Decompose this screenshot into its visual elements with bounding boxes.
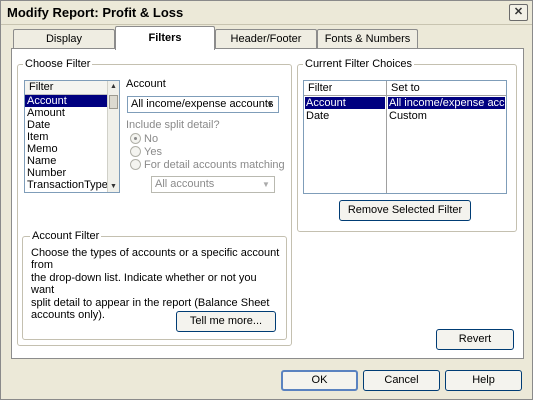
radio-icon (130, 158, 141, 170)
tell-me-more-button[interactable]: Tell me more... (176, 311, 276, 332)
radio-split-no[interactable]: No (130, 132, 159, 145)
filter-list-item[interactable]: Item (25, 131, 119, 143)
description-line: the drop-down list. Indicate whether or … (31, 271, 257, 297)
table-row-set-to-cell[interactable]: Custom (389, 110, 427, 122)
detail-accounts-dropdown[interactable]: All accounts ▼ (151, 176, 275, 193)
filter-list-item[interactable]: TransactionType (25, 179, 119, 191)
current-filter-choices-label: Current Filter Choices (303, 58, 414, 70)
filter-list-header: Filter (25, 81, 119, 95)
account-dropdown[interactable]: All income/expense accounts ▼ (127, 96, 279, 113)
account-label: Account (126, 78, 166, 90)
radio-split-detail[interactable]: For detail accounts matching (130, 158, 285, 171)
column-divider (386, 81, 387, 193)
filters-tab-panel: Choose Filter Filter Account Amount Date… (11, 48, 524, 359)
radio-no-label: No (144, 133, 159, 145)
current-filters-table[interactable]: Filter Set to Account All income/expense… (303, 80, 507, 194)
window-title: Modify Report: Profit & Loss (7, 5, 184, 20)
cancel-button[interactable]: Cancel (363, 370, 440, 391)
scroll-up-arrow-icon[interactable]: ▲ (108, 81, 119, 92)
tab-fonts-numbers[interactable]: Fonts & Numbers (317, 29, 418, 49)
table-row-filter-cell[interactable]: Account (305, 97, 385, 109)
description-line: Choose the types of accounts or a specif… (31, 247, 280, 272)
revert-button[interactable]: Revert (436, 329, 514, 350)
tab-header-footer[interactable]: Header/Footer (215, 29, 317, 49)
radio-icon (130, 145, 141, 157)
chevron-down-icon[interactable]: ▼ (259, 178, 273, 191)
ok-button[interactable]: OK (281, 370, 358, 391)
modify-report-dialog: Modify Report: Profit & Loss ✕ Display F… (0, 0, 533, 400)
choose-filter-label: Choose Filter (23, 58, 93, 70)
radio-detail-label: For detail accounts matching (144, 159, 285, 171)
filter-list-item[interactable]: Number (25, 167, 119, 179)
radio-yes-label: Yes (144, 146, 162, 158)
description-line: split detail to appear in the report (Ba… (31, 296, 270, 309)
filter-list-scrollbar[interactable]: ▲ ▼ (107, 81, 119, 192)
close-button[interactable]: ✕ (509, 4, 528, 21)
filter-list-item[interactable]: Account (25, 95, 119, 107)
column-header-set-to: Set to (391, 82, 420, 94)
filter-listbox[interactable]: Filter Account Amount Date Item Memo Nam… (24, 80, 120, 193)
detail-accounts-value: All accounts (155, 178, 215, 190)
filter-list-item[interactable]: Name (25, 155, 119, 167)
account-dropdown-value: All income/expense accounts (131, 98, 274, 110)
radio-icon (130, 132, 141, 144)
account-filter-label: Account Filter (30, 230, 102, 242)
tab-filters[interactable]: Filters (115, 26, 215, 50)
include-split-label: Include split detail? (126, 119, 220, 131)
help-button[interactable]: Help (445, 370, 522, 391)
column-header-filter: Filter (308, 82, 333, 94)
filter-list-item[interactable]: Amount (25, 107, 119, 119)
scroll-thumb[interactable] (109, 95, 118, 109)
filter-list-item[interactable]: Date (25, 119, 119, 131)
scroll-down-arrow-icon[interactable]: ▼ (108, 181, 119, 192)
filter-list-item[interactable]: Memo (25, 143, 119, 155)
remove-selected-filter-button[interactable]: Remove Selected Filter (339, 200, 471, 221)
radio-split-yes[interactable]: Yes (130, 145, 162, 158)
tab-display[interactable]: Display (13, 29, 115, 49)
table-row-set-to-cell[interactable]: All income/expense acc... (388, 97, 505, 109)
table-row-filter-cell[interactable]: Date (306, 110, 329, 122)
header-divider (304, 95, 506, 96)
title-bar: Modify Report: Profit & Loss ✕ (1, 1, 532, 25)
chevron-down-icon[interactable]: ▼ (263, 98, 277, 111)
